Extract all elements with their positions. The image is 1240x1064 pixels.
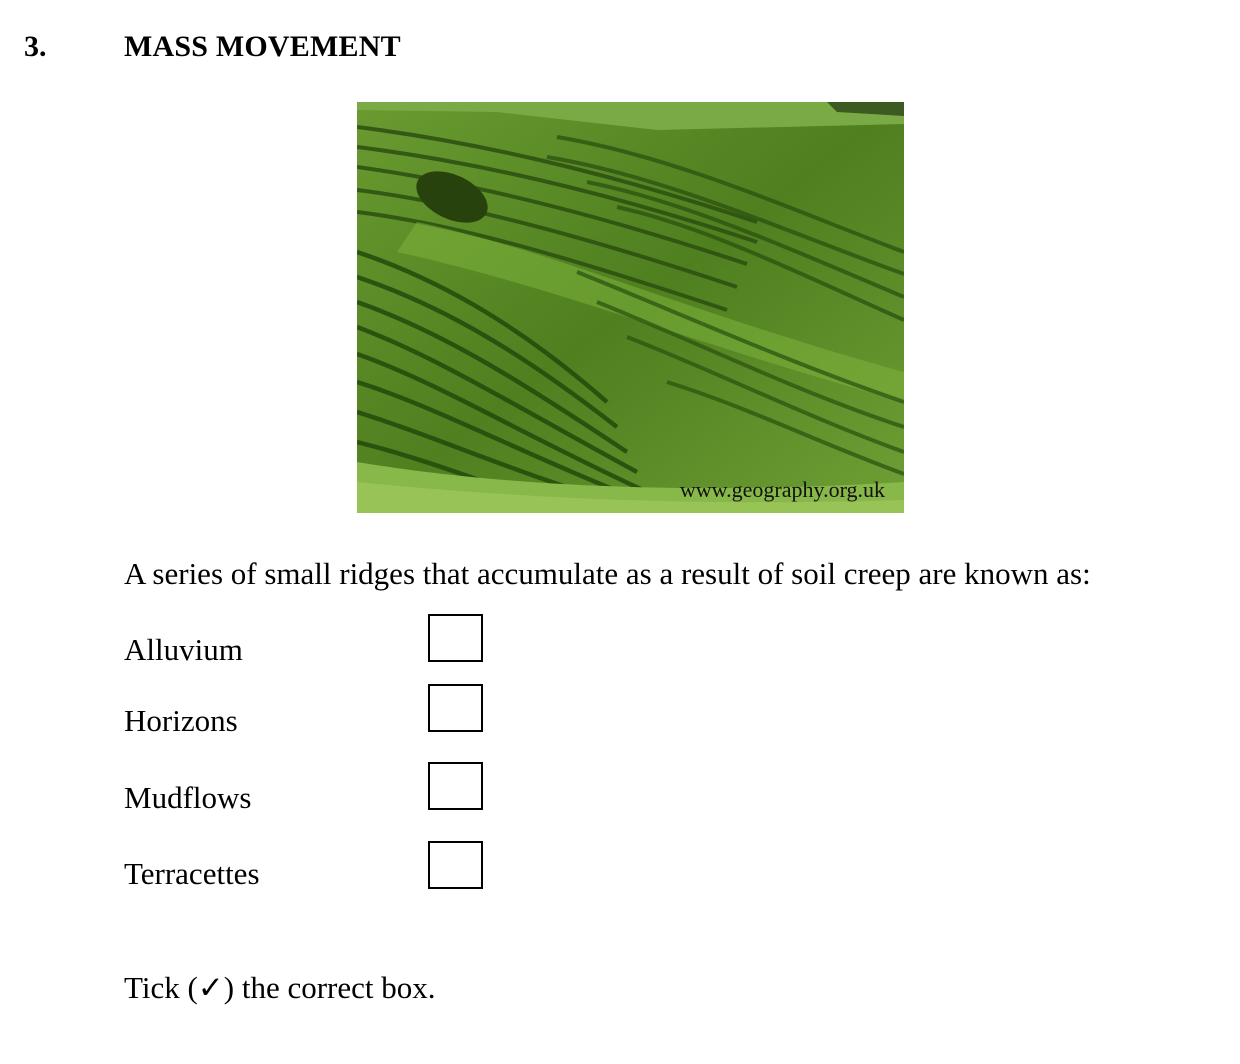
hillside-illustration xyxy=(357,102,904,513)
question-number: 3. xyxy=(24,30,47,63)
terracettes-photo: www.geography.org.uk xyxy=(357,102,904,513)
option-checkbox-terracettes[interactable] xyxy=(428,841,483,889)
option-label-terracettes: Terracettes xyxy=(124,856,260,891)
instruction-text: Tick (✓) the correct box. xyxy=(124,970,436,1005)
option-label-horizons: Horizons xyxy=(124,703,238,738)
option-checkbox-mudflows[interactable] xyxy=(428,762,483,810)
image-watermark: www.geography.org.uk xyxy=(679,477,885,502)
option-checkbox-alluvium[interactable] xyxy=(428,614,483,662)
option-label-alluvium: Alluvium xyxy=(124,632,243,667)
option-label-mudflows: Mudflows xyxy=(124,780,252,815)
question-title: MASS MOVEMENT xyxy=(124,30,401,63)
question-prompt: A series of small ridges that accumulate… xyxy=(124,556,1091,591)
option-checkbox-horizons[interactable] xyxy=(428,684,483,732)
